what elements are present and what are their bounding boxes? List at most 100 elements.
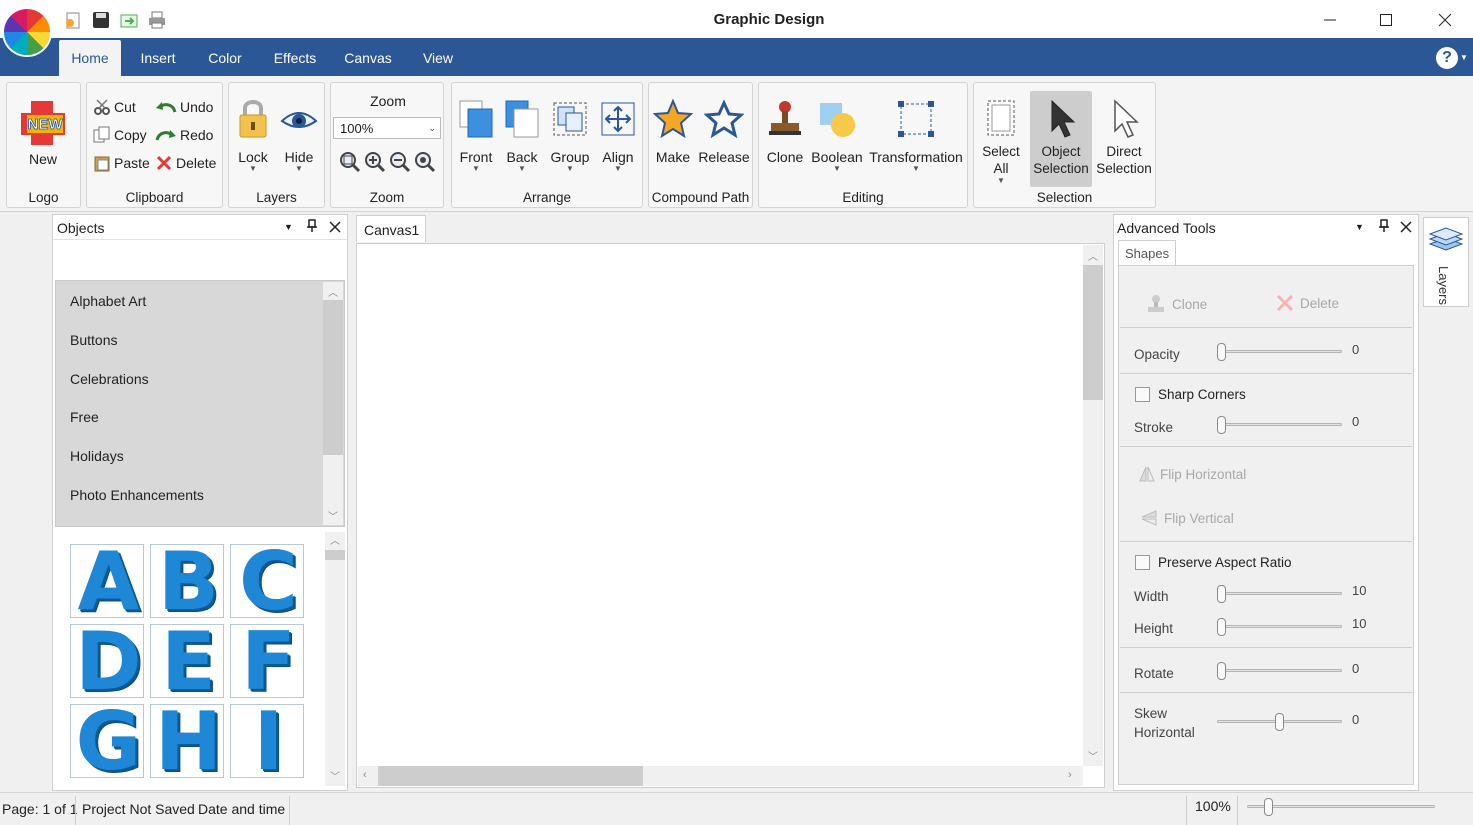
list-item[interactable]: Alphabet Art bbox=[70, 293, 146, 309]
tile-letter-i[interactable]: I bbox=[230, 704, 304, 778]
close-panel-icon[interactable] bbox=[329, 221, 341, 236]
tab-view[interactable]: View bbox=[414, 40, 462, 76]
canvas-tab[interactable]: Canvas1 bbox=[356, 215, 426, 242]
tile-letter-f[interactable]: F bbox=[230, 624, 304, 698]
close-button[interactable] bbox=[1430, 8, 1460, 32]
release-button[interactable]: Release bbox=[697, 99, 751, 165]
stroke-slider-thumb[interactable] bbox=[1217, 416, 1226, 434]
tab-home[interactable]: Home bbox=[59, 40, 121, 76]
zoom-select[interactable]: 100% ⌄ bbox=[333, 117, 441, 139]
redo-button[interactable]: Redo bbox=[155, 125, 213, 145]
group-button[interactable]: Group ▼ bbox=[546, 99, 594, 173]
tab-shapes[interactable]: Shapes bbox=[1118, 240, 1176, 265]
canvas-document[interactable] bbox=[356, 243, 1105, 788]
help-dropdown-icon[interactable]: ▼ bbox=[1460, 53, 1468, 62]
arrow-cursor-outline-icon bbox=[1114, 99, 1139, 138]
canvas-vertical-thumb[interactable] bbox=[1083, 265, 1103, 400]
zoom-out-icon[interactable] bbox=[389, 151, 411, 173]
tile-letter-a[interactable]: A bbox=[70, 544, 144, 618]
tile-letter-d[interactable]: D bbox=[70, 624, 144, 698]
ribbon-group-logo: NEW New Logo bbox=[6, 82, 81, 208]
minimize-button[interactable] bbox=[1315, 8, 1345, 32]
category-scrollbar-thumb[interactable] bbox=[323, 300, 343, 455]
close-panel-icon[interactable] bbox=[1400, 221, 1412, 236]
flip-horizontal-button[interactable]: Flip Horizontal bbox=[1138, 465, 1246, 483]
send-back-icon bbox=[505, 100, 539, 138]
pin-icon[interactable] bbox=[1378, 219, 1390, 236]
stroke-slider-track[interactable] bbox=[1217, 423, 1342, 426]
tile-scrollbar[interactable] bbox=[325, 532, 345, 786]
scroll-up-icon[interactable]: ︿ bbox=[1088, 248, 1098, 263]
help-icon[interactable]: ? bbox=[1436, 47, 1458, 69]
copy-button[interactable]: Copy bbox=[93, 125, 147, 145]
scroll-down-icon[interactable]: ﹀ bbox=[328, 508, 338, 523]
scroll-up-icon[interactable]: ︿ bbox=[328, 284, 338, 299]
list-item[interactable]: Photo Enhancements bbox=[70, 487, 204, 503]
list-item[interactable]: Buttons bbox=[70, 332, 117, 348]
clone-button[interactable]: Clone bbox=[761, 99, 809, 165]
tab-color[interactable]: Color bbox=[198, 40, 252, 76]
make-button[interactable]: Make bbox=[651, 99, 695, 165]
list-item[interactable]: Free bbox=[70, 409, 99, 425]
adv-clone-button[interactable]: Clone bbox=[1146, 294, 1207, 314]
tile-scrollbar-thumb[interactable] bbox=[325, 550, 345, 560]
boolean-button[interactable]: Boolean ▼ bbox=[809, 99, 865, 173]
flip-vertical-button[interactable]: Flip Vertical bbox=[1140, 509, 1234, 527]
cut-button[interactable]: Cut bbox=[93, 97, 136, 117]
skew-slider-thumb[interactable] bbox=[1275, 713, 1284, 731]
rotate-slider-track[interactable] bbox=[1217, 669, 1342, 672]
status-separator bbox=[1237, 796, 1238, 825]
transformation-button[interactable]: Transformation ▼ bbox=[867, 99, 965, 173]
object-selection-button[interactable]: Object Selection bbox=[1030, 91, 1092, 187]
status-zoom-slider-track[interactable] bbox=[1247, 805, 1435, 808]
layers-side-tab[interactable]: Layers bbox=[1423, 217, 1469, 307]
tab-insert[interactable]: Insert bbox=[130, 40, 186, 76]
height-slider-thumb[interactable] bbox=[1217, 618, 1226, 636]
opacity-slider-track[interactable] bbox=[1217, 350, 1342, 353]
canvas-horizontal-thumb[interactable] bbox=[378, 766, 643, 786]
rotate-slider-thumb[interactable] bbox=[1217, 662, 1226, 680]
pin-icon[interactable] bbox=[306, 219, 318, 236]
sharp-corners-checkbox[interactable] bbox=[1135, 387, 1150, 402]
status-zoom-slider-thumb[interactable] bbox=[1264, 798, 1273, 816]
zoom-in-icon[interactable] bbox=[364, 151, 386, 173]
select-all-button[interactable]: Select All ▼ bbox=[978, 99, 1024, 185]
scroll-up-icon[interactable]: ︿ bbox=[330, 532, 340, 547]
zoom-actual-icon[interactable] bbox=[414, 151, 436, 173]
tile-letter-h[interactable]: H bbox=[150, 704, 224, 778]
paste-button[interactable]: Paste bbox=[93, 153, 150, 173]
width-slider-thumb[interactable] bbox=[1217, 585, 1226, 603]
ribbon-group-compound: Make Release Compound Path bbox=[648, 82, 753, 208]
tile-letter-g[interactable]: G bbox=[70, 704, 144, 778]
app-logo-icon[interactable] bbox=[4, 9, 50, 55]
list-item[interactable]: Holidays bbox=[70, 448, 124, 464]
scroll-right-icon[interactable]: › bbox=[1068, 769, 1072, 781]
hide-button[interactable]: Hide ▼ bbox=[277, 97, 321, 173]
tile-letter-b[interactable]: B bbox=[150, 544, 224, 618]
front-button[interactable]: Front ▼ bbox=[454, 99, 498, 173]
width-slider-track[interactable] bbox=[1217, 592, 1342, 595]
lock-button[interactable]: Lock ▼ bbox=[231, 97, 275, 173]
list-item[interactable]: Celebrations bbox=[70, 371, 149, 387]
zoom-fit-icon[interactable] bbox=[339, 151, 361, 173]
adv-delete-button[interactable]: Delete bbox=[1276, 294, 1339, 312]
undo-button[interactable]: Undo bbox=[155, 97, 213, 117]
tile-letter-e[interactable]: E bbox=[150, 624, 224, 698]
scroll-down-icon[interactable]: ﹀ bbox=[330, 768, 340, 783]
back-button[interactable]: Back ▼ bbox=[500, 99, 544, 173]
direct-selection-button[interactable]: Direct Selection bbox=[1094, 99, 1154, 177]
opacity-slider-thumb[interactable] bbox=[1217, 343, 1226, 361]
scroll-down-icon[interactable]: ﹀ bbox=[1088, 748, 1098, 763]
maximize-button[interactable] bbox=[1371, 8, 1401, 32]
scroll-left-icon[interactable]: ‹ bbox=[363, 769, 367, 781]
height-slider-track[interactable] bbox=[1217, 625, 1342, 628]
new-logo-button[interactable]: NEW New bbox=[13, 97, 73, 167]
tile-letter-c[interactable]: C bbox=[230, 544, 304, 618]
preserve-aspect-checkbox[interactable] bbox=[1135, 555, 1150, 570]
panel-menu-icon[interactable]: ▼ bbox=[1355, 222, 1364, 232]
tab-canvas[interactable]: Canvas bbox=[336, 40, 400, 76]
align-button[interactable]: Align ▼ bbox=[596, 99, 640, 173]
panel-menu-icon[interactable]: ▼ bbox=[284, 222, 293, 232]
tab-effects[interactable]: Effects bbox=[264, 40, 326, 76]
delete-button[interactable]: Delete bbox=[155, 153, 216, 173]
